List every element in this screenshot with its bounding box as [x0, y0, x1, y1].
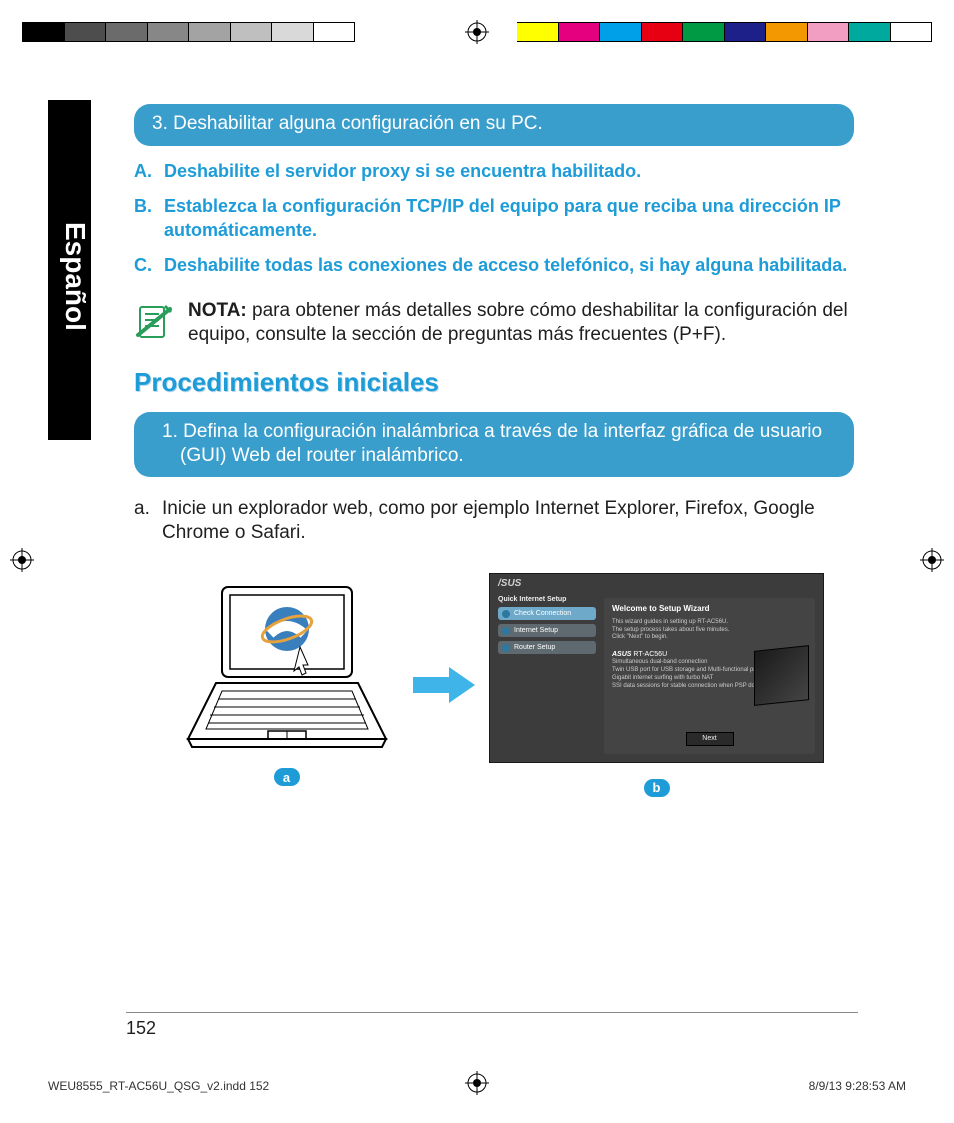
wizard-model: RT-AC56U [633, 651, 667, 658]
document-slug: WEU8555_RT-AC56U_QSG_v2.indd 152 [48, 1079, 269, 1093]
step-1-pill: 1. Defina la configuración inalámbrica a… [134, 412, 854, 478]
list-text: Deshabilite todas las conexiones de acce… [164, 254, 854, 277]
figure-row: a /SUS Quick Internet Setup Check Connec… [174, 573, 854, 797]
registration-mark-icon [465, 20, 489, 44]
figure-label-b: b [644, 779, 670, 797]
note-text: NOTA: para obtener más detalles sobre có… [188, 299, 854, 347]
router-illustration [754, 645, 809, 706]
note-body: para obtener más detalles sobre cómo des… [188, 300, 848, 345]
disable-settings-list: A. Deshabilite el servidor proxy si se e… [134, 160, 854, 278]
registration-mark-icon [10, 548, 34, 572]
wizard-brand: ASUS [612, 651, 631, 658]
page-number: 152 [126, 1018, 156, 1039]
list-letter: B. [134, 195, 164, 242]
step-3-pill: 3. Deshabilitar alguna configuración en … [134, 104, 854, 146]
wizard-title: Welcome to Setup Wizard [612, 604, 807, 613]
list-letter: A. [134, 160, 164, 183]
document-timestamp: 8/9/13 9:28:53 AM [809, 1079, 906, 1093]
substep-letter: a. [134, 497, 162, 545]
list-text: Deshabilite el servidor proxy si se encu… [164, 160, 854, 183]
list-item: A. Deshabilite el servidor proxy si se e… [134, 160, 854, 183]
section-heading: Procedimientos iniciales [134, 367, 854, 398]
wizard-main-panel: Welcome to Setup Wizard This wizard guid… [604, 598, 815, 754]
wizard-sidebar: Quick Internet Setup Check Connection In… [498, 596, 596, 658]
note-label: NOTA: [188, 300, 247, 321]
note-block: NOTA: para obtener más detalles sobre có… [134, 299, 854, 347]
wizard-side-item: Internet Setup [498, 624, 596, 637]
laptop-illustration: a [174, 583, 399, 786]
wizard-side-item: Router Setup [498, 641, 596, 654]
wizard-line: This wizard guides in setting up RT-AC56… [612, 619, 807, 627]
substep-a: a. Inicie un explorador web, como por ej… [134, 497, 854, 545]
page-content: 3. Deshabilitar alguna configuración en … [134, 104, 854, 797]
registration-mark-icon [920, 548, 944, 572]
wizard-line: The setup process takes about five minut… [612, 627, 807, 635]
list-text: Establezca la configuración TCP/IP del e… [164, 195, 854, 242]
step-1-text: 1. Defina la configuración inalámbrica a… [152, 420, 836, 468]
wizard-line: Click "Next" to begin. [612, 634, 807, 642]
wizard-logo: /SUS [498, 578, 521, 589]
list-item: C. Deshabilite todas las conexiones de a… [134, 254, 854, 277]
language-tab: Español [48, 100, 91, 440]
list-item: B. Establezca la configuración TCP/IP de… [134, 195, 854, 242]
substep-text: Inicie un explorador web, como por ejemp… [162, 497, 854, 545]
note-icon [134, 303, 174, 343]
registration-mark-icon [465, 1071, 489, 1095]
wizard-side-item: Check Connection [498, 607, 596, 620]
wizard-next-button: Next [686, 732, 734, 746]
list-letter: C. [134, 254, 164, 277]
setup-wizard-screenshot: /SUS Quick Internet Setup Check Connecti… [489, 573, 824, 797]
arrow-icon [409, 665, 479, 705]
wizard-sidebar-header: Quick Internet Setup [498, 596, 596, 603]
figure-label-a: a [274, 768, 300, 786]
footer-rule [126, 1012, 858, 1013]
